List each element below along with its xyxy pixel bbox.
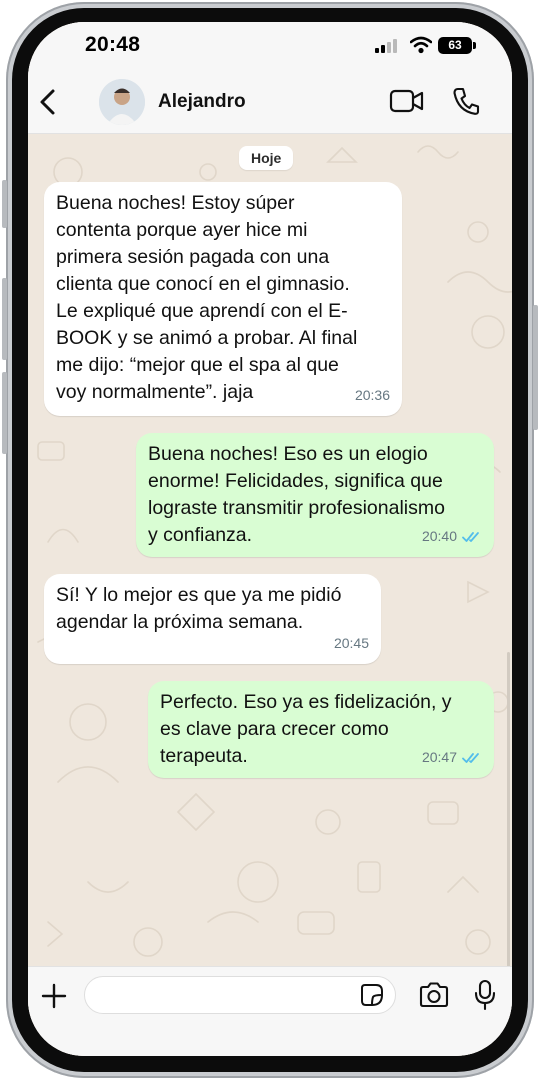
- plus-icon[interactable]: [40, 982, 68, 1010]
- chat-header: Alejandro: [28, 72, 512, 134]
- cellular-signal-icon: [375, 39, 399, 53]
- voice-call-icon[interactable]: [452, 86, 480, 116]
- message-time: 20:45: [333, 635, 369, 651]
- message-input[interactable]: [84, 976, 396, 1014]
- message-bubble-outgoing[interactable]: Buena noches! Eso es un elogio enorme! F…: [136, 433, 494, 557]
- battery-icon: 63: [438, 37, 472, 54]
- message-bubble-incoming[interactable]: Sí! Y lo mejor es que ya me pidió agenda…: [44, 574, 381, 664]
- avatar[interactable]: [99, 79, 145, 125]
- message-bubble-incoming[interactable]: Buena noches! Estoy súper contenta porqu…: [44, 182, 402, 416]
- message-meta: 20:45: [334, 630, 369, 657]
- double-check-icon: [462, 752, 479, 763]
- screen: 20:48 63 Alejandro Hoje Buena noches! Es…: [28, 22, 512, 1056]
- microphone-icon[interactable]: [473, 979, 497, 1011]
- message-text: Buena noches! Estoy súper contenta porqu…: [56, 192, 358, 403]
- mute-switch: [2, 180, 7, 228]
- chat-scrollbar[interactable]: [507, 652, 510, 967]
- message-meta: 20:47: [422, 744, 482, 771]
- composer-bar: [28, 966, 512, 1056]
- camera-icon[interactable]: [418, 981, 450, 1009]
- date-divider: Hoje: [239, 146, 294, 170]
- double-check-icon: [462, 531, 479, 542]
- status-time: 20:48: [85, 33, 141, 56]
- video-call-icon[interactable]: [389, 88, 425, 114]
- message-time: 20:36: [354, 387, 390, 403]
- battery-tip: [473, 42, 476, 49]
- power-button: [533, 305, 538, 430]
- volume-up-button: [2, 278, 7, 360]
- message-time: 20:40: [421, 528, 457, 544]
- status-bar: 20:48 63: [28, 22, 512, 72]
- contact-name[interactable]: Alejandro: [158, 91, 246, 113]
- message-text: Sí! Y lo mejor es que ya me pidió agenda…: [56, 584, 342, 633]
- message-bubble-outgoing[interactable]: Perfecto. Eso ya es fidelización, y es c…: [148, 681, 494, 778]
- wifi-icon: [410, 36, 432, 54]
- back-chevron-icon[interactable]: [34, 82, 64, 122]
- volume-down-button: [2, 372, 7, 454]
- message-meta: 20:36: [355, 382, 390, 409]
- message-time: 20:47: [421, 749, 457, 765]
- avatar-photo-icon: [99, 79, 145, 125]
- sticker-icon[interactable]: [360, 983, 384, 1007]
- message-meta: 20:40: [422, 523, 482, 550]
